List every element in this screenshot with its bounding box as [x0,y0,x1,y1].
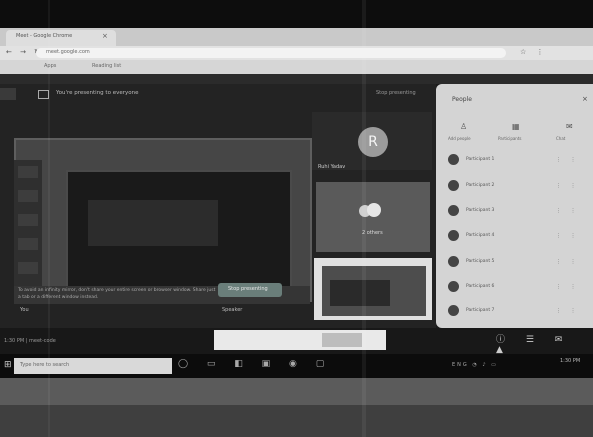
participants-icon[interactable]: ▦ [512,122,520,131]
participant-list-name: Participant 4 [466,233,495,238]
screen-glare [48,0,50,437]
slide-thumbnail [18,214,38,226]
browser-tab-title: Meet - Google Chrome [16,33,73,39]
slide-content-block [88,200,218,246]
presenter-you-label: You [20,307,29,313]
app-separator [0,74,593,84]
participant-actions-icon[interactable]: ⋮ ⋮ [556,308,580,314]
camera-subject [330,280,390,306]
tab-participants[interactable]: Participants [498,136,522,141]
participant-actions-icon[interactable]: ⋮ ⋮ [556,259,580,265]
participant-actions-icon[interactable]: ⋮ ⋮ [556,183,580,189]
people-panel [436,84,593,328]
screen-glare [362,0,366,437]
left-panel-button[interactable] [0,88,16,100]
avatar [448,154,459,165]
avatar [448,281,459,292]
people-panel-title: People [452,96,472,103]
participant-actions-icon[interactable]: ⋮ ⋮ [556,284,580,290]
taskbar-search-placeholder: Type here to search [20,362,70,368]
system-tray[interactable]: ENG ◔ ♪ ▭ [452,362,498,368]
participant-list-name: Participant 7 [466,308,495,313]
participant-list-name: Participant 2 [466,183,495,188]
presenting-banner: You're presenting to everyone [56,90,139,96]
monitor-bezel-top [0,0,593,28]
slide-thumbnail [18,262,38,274]
url-text: meet.google.com [46,49,90,55]
participant-actions-icon[interactable]: ⋮ ⋮ [556,157,580,163]
avatar [448,180,459,191]
chat-icon[interactable]: ✉ [566,122,573,131]
clock-time: 1:30 PM [560,358,581,364]
bookmark-reading-list[interactable]: Reading list [92,63,121,69]
avatar [448,305,459,316]
stop-presenting-label: Stop presenting [228,286,268,292]
tab-close-icon[interactable]: × [102,32,108,40]
present-control[interactable] [322,333,362,347]
slide-thumbnail [18,190,38,202]
participant-actions-icon[interactable]: ⋮ ⋮ [556,208,580,214]
bookmarks-bar [0,60,593,74]
close-icon[interactable]: × [582,95,588,103]
start-icon[interactable]: ⊞ [4,360,12,370]
participant-list-name: Participant 1 [466,157,495,162]
taskbar-clock[interactable]: 1:30 PM [560,358,580,364]
participant-list-name: Participant 3 [466,208,495,213]
url-input[interactable] [36,48,506,58]
desk-surface [0,405,593,437]
participant-actions-icon[interactable]: ⋮ ⋮ [556,233,580,239]
meeting-side-icons[interactable]: ⓘ ☰ ✉ ▲ [496,332,593,355]
slide-thumbnail [18,166,38,178]
bookmark-apps[interactable]: Apps [44,63,56,69]
add-people-icon[interactable]: ♙ [460,122,467,131]
taskbar-app-icons[interactable]: ◯ ▭ ◧ ▣ ◉ ▢ [178,359,332,369]
avatar [448,230,459,241]
avatar [448,256,459,267]
participant-list-name: Participant 5 [466,259,495,264]
browser-menu-icons[interactable]: ☆ ⋮ [520,48,548,56]
slide-thumbnail [18,238,38,250]
tab-add-people[interactable]: Add people [448,136,471,141]
stop-presenting-link[interactable]: Stop presenting [376,90,416,96]
participant-name: Ruhi Yadav [318,164,346,170]
avatar [448,205,459,216]
participant-list-name: Participant 6 [466,284,495,289]
group-avatar-icon [359,203,381,217]
tab-chat[interactable]: Chat [556,136,565,141]
speaker-label: Speaker [222,307,243,313]
